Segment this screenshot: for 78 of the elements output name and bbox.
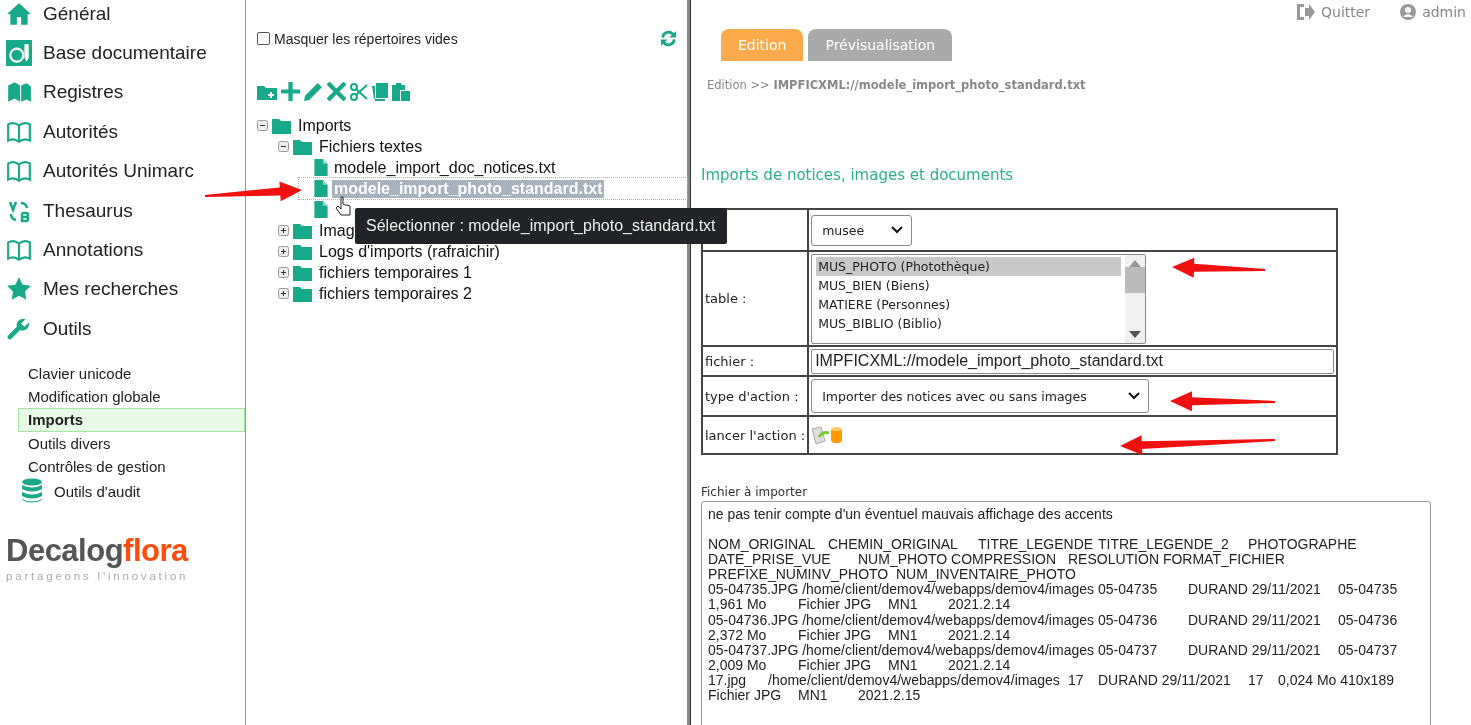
- open-book-icon: [6, 158, 32, 185]
- refresh-icon[interactable]: [660, 30, 677, 47]
- folder-icon: [293, 285, 313, 302]
- copy-icon[interactable]: [372, 82, 388, 101]
- user-icon[interactable]: [1400, 4, 1417, 20]
- user-menu[interactable]: admin: [1400, 4, 1466, 20]
- nav-item[interactable]: Autorités Unimarc: [0, 151, 245, 191]
- breadcrumb: Edition >> IMPFICXML://modele_import_photo_standard.txt: [707, 78, 1087, 92]
- pencil-icon[interactable]: [304, 82, 323, 101]
- logout-icon[interactable]: [1297, 4, 1315, 20]
- scissors-icon[interactable]: [350, 82, 368, 101]
- field-label: type d'action :: [705, 388, 799, 404]
- nav-subitem[interactable]: Outils d'audit: [18, 478, 245, 505]
- plus-icon[interactable]: [281, 82, 300, 101]
- logout-link[interactable]: Quitter: [1297, 4, 1371, 20]
- file-icon: [314, 201, 328, 218]
- expand-icon[interactable]: [278, 288, 289, 299]
- nav-item[interactable]: Thesaurus: [0, 190, 245, 231]
- nav-item[interactable]: Base documentaire: [0, 33, 245, 73]
- tooltip: Sélectionner : modele_import_photo_standard.txt: [355, 208, 727, 244]
- chevron-down-icon: [891, 226, 904, 234]
- folder-icon: [293, 138, 313, 155]
- open-book-icon: [6, 237, 32, 264]
- nav-item[interactable]: Général: [0, 0, 245, 34]
- field-label: fichier :: [705, 353, 755, 369]
- nav-subitem[interactable]: Imports: [18, 408, 245, 432]
- folder-icon: [293, 264, 313, 281]
- list-option[interactable]: MATIERE (Personnes): [816, 294, 1122, 314]
- nav-subitem[interactable]: Contrôles de gestion: [18, 455, 245, 479]
- clipboard-icon[interactable]: [392, 82, 410, 101]
- list-option[interactable]: MUS_BIBLIO (Biblio): [816, 313, 1122, 333]
- field-label: lancer l'action :: [705, 427, 806, 443]
- list-option[interactable]: MUS_PHOTO (Photothèque): [816, 256, 1122, 276]
- file-icon: [314, 180, 328, 197]
- scroll-down-icon[interactable]: [1129, 330, 1142, 338]
- brand-tagline: partageons l'innovation: [6, 570, 190, 583]
- folder-name[interactable]: fichiers temporaires 2: [317, 284, 474, 303]
- file-icon: [314, 159, 328, 176]
- field-label: table :: [705, 291, 747, 306]
- file-content-area[interactable]: ne pas tenir compte d'un éventuel mauvais affichage des accents NOM_ORIGINAL CHEMIN_ORIGINAL TITRE_LEGENDE TITRE_LEGENDE_2 PHOTOGRAPHE DATE_PRISE_VUE NUM_PHOTO COMPRESSION RESOLUTION FORMAT_FICHIER PREFIXE_NUMINV_PHOTO NUM_INVENTAIRE_PHOTO 05-04735.JPG /home/client/demov4/webapps/demov4/images 05-04735 DURAND 29/11/2021 05-04735 1,961 Mo Fichier JPG MN1 2021.2.14 05-04736.JPG /home/client/demov4/webapps/demov4/images 05-04736 DURAND 29/11/2021 05-04736 2,372 Mo Fichier JPG MN1 2021.2.14 05-04737.JPG /home/client/demov4/webapps/demov4/images 05-04737 DURAND 29/11/2021 05-04737 2,009 Mo Fichier JPG MN1 2021.2.14 17.jpg /home/client/demov4/webapps/demov4/images 17 DURAND 29/11/2021 17 0,024 Mo 410x189 Fichier JPG MN1 2021.2.15: [701, 501, 1431, 725]
- nav-item[interactable]: Autorités: [0, 112, 245, 152]
- expand-icon[interactable]: [278, 246, 289, 257]
- field-label: Fichier à importer: [701, 485, 809, 499]
- collapse-icon[interactable]: [257, 120, 268, 131]
- file-name[interactable]: modele_import_doc_notices.txt: [332, 158, 558, 177]
- hide-empty-checkbox[interactable]: Masquer les répertoires vides: [257, 30, 458, 47]
- section-title: Imports de notices, images et documents: [701, 166, 1015, 184]
- database-icon: [21, 478, 43, 505]
- folder-name[interactable]: fichiers temporaires 1: [317, 263, 474, 282]
- nav-item[interactable]: Outils: [0, 309, 245, 349]
- nav-subitem[interactable]: Outils divers: [18, 431, 245, 456]
- listbox[interactable]: MUS_PHOTO (Photothèque) MUS_BIEN (Biens) MATIERE (Personnes) MUS_BIBLIO (Biblio): [811, 253, 1147, 344]
- scroll-thumb[interactable]: [1125, 266, 1146, 293]
- folder-name[interactable]: Imports: [296, 116, 354, 135]
- dropdown[interactable]: musee: [811, 214, 913, 246]
- list-option[interactable]: MUS_BIEN (Biens): [816, 275, 1122, 295]
- nav-subitem[interactable]: Modification globale: [18, 384, 245, 409]
- folder-icon: [293, 222, 313, 239]
- nav-item[interactable]: Annotations: [0, 230, 245, 270]
- collapse-icon[interactable]: [278, 141, 289, 152]
- folder-name[interactable]: Imag: [317, 221, 357, 240]
- dropdown[interactable]: Importer des notices avec ou sans images: [811, 379, 1150, 413]
- folder-icon: [272, 117, 292, 134]
- file-path-field[interactable]: IMPFICXML://modele_import_photo_standard.txt: [811, 348, 1335, 374]
- folder-plus-icon[interactable]: [257, 83, 277, 100]
- nav-item[interactable]: Mes recherches: [0, 269, 245, 310]
- folder-name[interactable]: Logs d'imports (rafraichir): [317, 242, 502, 261]
- nav-subitem[interactable]: Clavier unicode: [18, 361, 245, 385]
- expand-icon[interactable]: [278, 225, 289, 236]
- brand-logo: Decalogflora: [6, 534, 190, 569]
- folder-name[interactable]: Fichiers textes: [317, 137, 425, 156]
- run-import-icon[interactable]: [811, 425, 844, 445]
- nav-item[interactable]: Registres: [0, 72, 245, 113]
- close-icon[interactable]: [327, 82, 346, 101]
- hand-cursor-icon: [335, 196, 351, 216]
- expand-icon[interactable]: [278, 267, 289, 278]
- folder-icon: [293, 243, 313, 260]
- chevron-down-icon: [1128, 392, 1141, 400]
